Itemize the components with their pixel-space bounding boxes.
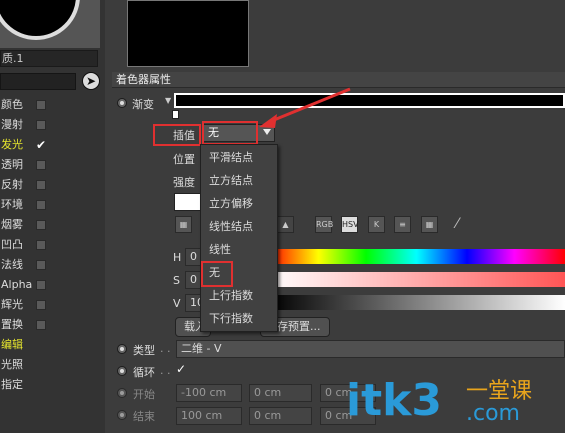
interp-menu-item[interactable]: 线性 [201,239,277,261]
channel-search-input[interactable] [0,73,76,90]
channel-label: 光照 [1,358,23,371]
channel-label: 透明 [1,158,23,171]
start-y-input[interactable]: 0 cm [249,384,312,402]
channel-checkbox[interactable] [36,100,46,110]
gradient-label: 渐变 [132,98,154,111]
channel-checkbox[interactable] [36,320,46,330]
interp-label-annotation [153,124,201,146]
channel-item[interactable]: 凹凸 [0,235,102,255]
none-option-annotation [201,261,233,287]
kelvin-mode-button[interactable]: K [368,216,385,233]
type-label: 类型 [133,344,155,357]
channel-label: 漫射 [1,118,23,131]
gradient-anim-radio[interactable] [117,98,127,108]
channel-label: 编辑 [1,338,23,351]
mixer-icon[interactable]: ≡ [394,216,411,233]
channel-label: 置换 [1,318,23,331]
channel-label: 颜色 [1,98,23,111]
channel-checkbox[interactable] [36,300,46,310]
interp-menu: 平滑结点 立方结点 立方偏移 线性结点 线性无上行指数 下行指数 [200,144,278,332]
interp-menu-item[interactable]: 立方结点 [201,170,277,192]
rgb-mode-button[interactable]: RGB [315,216,333,233]
channel-item[interactable]: 烟雾 [0,215,102,235]
interp-menu-item[interactable]: 下行指数 [201,308,277,330]
type-dropdown[interactable]: 二维 - V [176,340,565,358]
channel-checkbox[interactable] [36,240,46,250]
gradient-bar[interactable] [174,93,565,108]
end-anim-radio[interactable] [117,410,127,420]
cycle-anim-radio[interactable] [117,366,127,376]
cycle-label: 循环 [133,366,155,379]
channel-item[interactable]: 编辑 [0,335,102,355]
color-swatch[interactable] [174,193,202,211]
channel-label: 法线 [1,258,23,271]
s-slider[interactable] [268,272,565,287]
end-x-input[interactable]: 100 cm [176,407,242,425]
gradient-expand-icon[interactable]: ▼ [165,96,171,105]
interp-menu-item[interactable]: 平滑结点 [201,147,277,169]
channel-label: 发光 [1,138,23,151]
channel-item[interactable]: 辉光 [0,295,102,315]
watermark-brand: itk3 [346,375,442,426]
channel-checkbox[interactable] [36,220,46,230]
interp-menu-item[interactable]: 立方偏移 [201,193,277,215]
cycle-checkbox[interactable]: ✓ [176,363,188,375]
type-anim-radio[interactable] [117,344,127,354]
channel-label: 辉光 [1,298,23,311]
material-name[interactable]: 质.1 [0,50,98,67]
watermark-logo: itk3 一堂课 .com [346,378,565,433]
v-slider[interactable] [268,295,565,310]
channel-item[interactable]: Alpha [0,275,102,295]
channel-item[interactable]: 光照 [0,355,102,375]
start-anim-radio[interactable] [117,388,127,398]
interp-menu-item[interactable]: 线性结点 [201,216,277,238]
h-label: H [173,251,182,264]
channel-item[interactable]: 法线 [0,255,102,275]
channel-label: 指定 [1,378,23,391]
channel-checkbox[interactable] [36,280,46,290]
channel-label: 环境 [1,198,23,211]
channel-item[interactable]: 反射 [0,175,102,195]
channel-checkbox[interactable] [36,260,46,270]
interp-menu-item[interactable]: 上行指数 [201,285,277,307]
watermark-domain: .com [466,401,520,426]
h-slider[interactable] [268,249,565,264]
channel-item[interactable]: 指定 [0,375,102,395]
end-y-input[interactable]: 0 cm [249,407,312,425]
channel-item[interactable]: 置换 [0,315,102,335]
channel-checkbox[interactable] [36,120,46,130]
intensity-label: 强度 [173,176,195,189]
channel-item[interactable]: 发光 ✔ [0,135,102,155]
start-x-input[interactable]: -100 cm [176,384,242,402]
channel-checkbox[interactable] [36,200,46,210]
s-label: S [173,274,180,287]
position-label: 位置 [173,153,195,166]
channel-checkbox[interactable]: ✔ [36,135,46,155]
color-wheel-icon[interactable]: ▦ [175,216,192,233]
annotation-arrow [259,87,351,128]
gradient-knot-handle[interactable] [172,110,179,119]
interp-value-annotation [202,121,258,145]
channel-checkbox[interactable] [36,180,46,190]
channel-item[interactable]: 环境 [0,195,102,215]
material-thumbnail[interactable] [0,0,100,48]
channel-item[interactable]: 颜色 [0,95,102,115]
channel-label: 反射 [1,178,23,191]
channel-checkbox[interactable] [36,160,46,170]
channel-item[interactable]: 透明 [0,155,102,175]
texture-preview [127,0,249,67]
end-label: 结束 [133,410,155,423]
channel-item[interactable]: 漫射 [0,115,102,135]
hsv-mode-button[interactable]: HSV [341,216,359,233]
eyedropper-icon[interactable]: ⁄ [456,216,458,232]
image-picker-icon[interactable]: ▲ [277,216,294,233]
start-label: 开始 [133,388,155,401]
channel-label: 烟雾 [1,218,23,231]
channel-sidebar: 质.1 ➤ 颜色漫射发光 ✔ 透明反射环境烟雾凹凸法线 Alpha 辉光置换编辑光照指定 [0,0,105,433]
channel-label: Alpha [1,278,33,291]
v-label: V [173,297,181,310]
channel-label: 凹凸 [1,238,23,251]
swatches-icon[interactable]: ▦ [421,216,438,233]
pick-cursor-icon[interactable]: ➤ [82,72,100,90]
